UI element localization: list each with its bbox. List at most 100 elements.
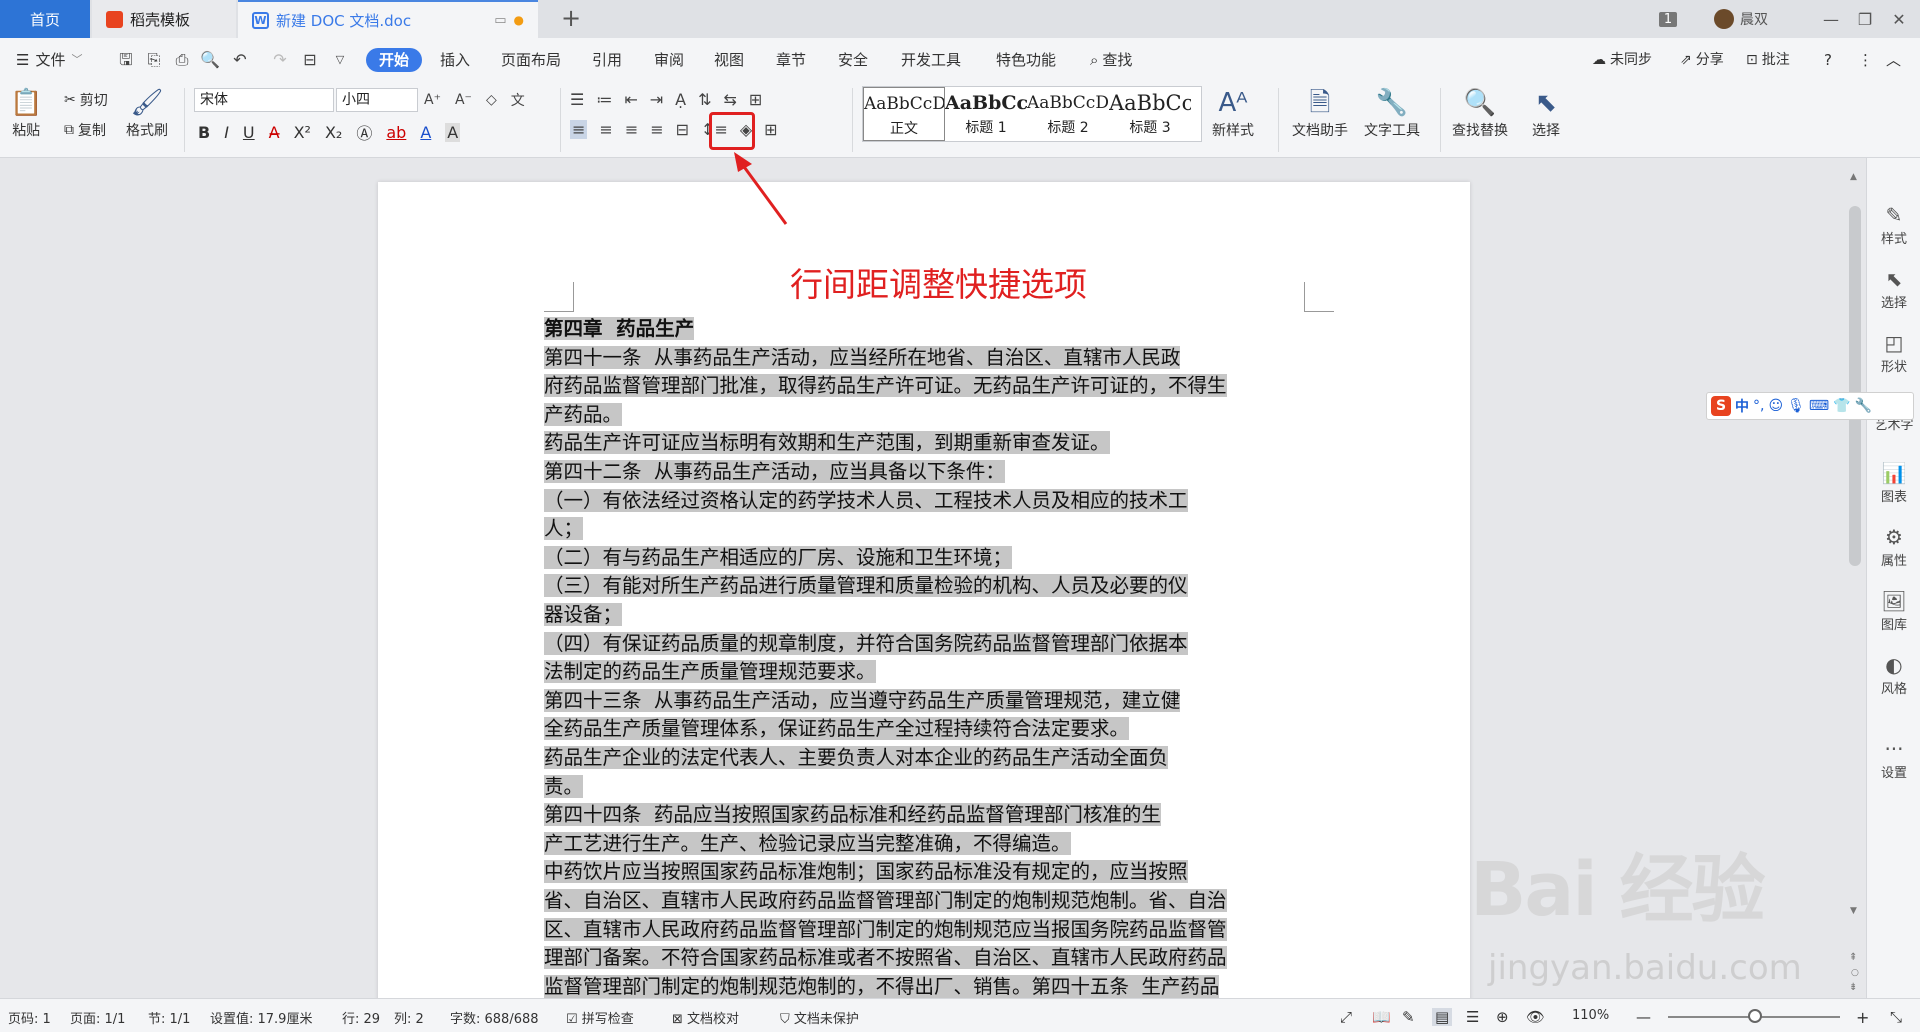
panel-styles[interactable]: ✎ 样式 <box>1867 202 1920 247</box>
doc-assistant-button[interactable]: 🗎 文档助手 <box>1292 86 1348 140</box>
menu-tab-insert[interactable]: 插入 <box>440 48 470 72</box>
superscript-icon[interactable]: X² <box>294 123 311 142</box>
menu-tab-references[interactable]: 引用 <box>592 48 622 72</box>
document-line[interactable]: 药品生产企业的法定代表人、主要负责人对本企业的药品生产活动全面负 <box>544 744 1169 773</box>
font-color-icon[interactable]: A <box>420 123 431 142</box>
numbered-list-icon[interactable]: ≔ <box>596 90 612 109</box>
menu-tab-view[interactable]: 视图 <box>714 48 744 72</box>
strikethrough-icon[interactable]: A̶ <box>269 123 280 142</box>
skin-icon[interactable]: 👕 <box>1833 398 1850 414</box>
justify-icon[interactable]: ≡ <box>650 120 663 139</box>
print-preview-icon[interactable]: 🔍 <box>200 50 220 70</box>
file-menu[interactable]: ☰ 文件 ﹀ <box>16 48 82 72</box>
cut-button[interactable]: ✂ 剪切 <box>64 90 108 110</box>
shrink-font-icon[interactable]: A⁻ <box>455 92 472 108</box>
menu-tab-developer[interactable]: 开发工具 <box>901 48 961 72</box>
expand-icon[interactable]: ⤡ <box>1890 1008 1902 1026</box>
borders-icon[interactable]: ⊞ <box>764 120 777 139</box>
sort-icon[interactable]: ⇅ <box>698 90 711 109</box>
collapse-ribbon-icon[interactable]: ︿ <box>1886 48 1901 72</box>
italic-icon[interactable]: I <box>224 123 229 142</box>
web-view-icon[interactable]: ⊕ <box>1496 1008 1509 1026</box>
panel-charts[interactable]: 📊 图表 <box>1867 460 1920 505</box>
menu-tab-start[interactable]: 开始 <box>366 48 423 72</box>
export-pdf-icon[interactable]: ⎘ <box>144 50 164 70</box>
scroll-up-icon[interactable]: ▲ <box>1850 172 1860 182</box>
keyboard-icon[interactable]: ⌨ <box>1809 398 1829 414</box>
comment-button[interactable]: ⊡ 批注 <box>1746 48 1790 72</box>
document-line[interactable]: 器设备； <box>544 601 623 630</box>
microphone-icon[interactable]: 🎙 <box>1787 398 1805 414</box>
panel-select[interactable]: ⬉ 选择 <box>1867 266 1920 311</box>
eye-protect-icon[interactable]: 👁 <box>1526 1008 1545 1026</box>
select-button[interactable]: ⬉ 选择 <box>1532 86 1560 140</box>
font-name-select[interactable]: 宋体 <box>194 88 334 112</box>
chinese-layout-icon[interactable]: Ạ <box>675 90 686 109</box>
undo-icon[interactable]: ↶ <box>230 50 250 70</box>
menu-tab-layout[interactable]: 页面布局 <box>501 48 561 72</box>
status-page[interactable]: 页码: 1 <box>8 1008 51 1027</box>
menu-tab-chapter[interactable]: 章节 <box>776 48 806 72</box>
align-right-icon[interactable]: ≡ <box>625 120 638 139</box>
document-line[interactable]: 第四十二条 从事药品生产活动，应当具备以下条件： <box>544 458 1005 487</box>
menu-tab-features[interactable]: 特色功能 <box>996 48 1056 72</box>
document-line[interactable]: 药品生产许可证应当标明有效期和生产范围，到期重新审查发证。 <box>544 429 1110 458</box>
align-center-icon[interactable]: ≡ <box>599 120 612 139</box>
outline-view-icon[interactable]: ☰ <box>1466 1008 1479 1026</box>
document-line[interactable]: 法制定的药品生产质量管理规范要求。 <box>544 658 876 687</box>
redo-icon[interactable]: ↷ <box>270 50 290 70</box>
text-effect-icon[interactable]: Ⓐ <box>356 120 372 144</box>
read-mode-icon[interactable]: 📖 <box>1372 1008 1391 1026</box>
phonetic-icon[interactable]: 文 <box>511 90 525 110</box>
prev-page-icon[interactable]: ⇞ <box>1849 952 1857 963</box>
document-line[interactable]: 第四十三条 从事药品生产活动，应当遵守药品生产质量管理规范，建立健 <box>544 687 1181 716</box>
more-icon[interactable]: ⋮ <box>1858 48 1873 72</box>
tab-document[interactable]: W 新建 DOC 文档.doc ▭ ● <box>238 0 538 38</box>
show-marks-icon[interactable]: ⇆ <box>724 90 737 109</box>
document-line[interactable]: 中药饮片应当按照国家药品标准炮制；国家药品标准没有规定的，应当按照 <box>544 858 1188 887</box>
document-line[interactable]: （二）有与药品生产相适应的厂房、设施和卫生环境； <box>544 544 1013 573</box>
clear-format-icon[interactable]: ◇ <box>486 92 497 108</box>
format-painter-button[interactable]: 🖌 格式刷 <box>126 86 168 140</box>
document-line[interactable]: （四）有保证药品质量的规章制度，并符合国务院药品监督管理部门依据本 <box>544 630 1188 659</box>
style-heading-2[interactable]: AaBbCcDd 标题 2 <box>1027 87 1109 141</box>
font-size-select[interactable]: 小四 <box>336 88 418 112</box>
document-line[interactable]: 第四十四条 药品应当按照国家药品标准和经药品监督管理部门核准的生 <box>544 801 1161 830</box>
increase-indent-icon[interactable]: ⇥ <box>650 90 663 109</box>
panel-settings[interactable]: ··· 设置 <box>1867 736 1920 781</box>
highlight-icon[interactable]: ab <box>386 123 406 142</box>
bold-icon[interactable]: B <box>198 123 210 142</box>
tools-icon[interactable]: 🔧 <box>1855 398 1872 414</box>
align-left-icon[interactable]: ≡ <box>570 120 588 139</box>
emoji-icon[interactable]: ☺ <box>1768 398 1783 414</box>
menu-tab-security[interactable]: 安全 <box>838 48 868 72</box>
document-line[interactable]: 府药品监督管理部门批准，取得药品生产许可证。无药品生产许可证的，不得生 <box>544 372 1227 401</box>
document-line[interactable]: 全药品生产质量管理体系，保证药品生产全过程持续符合法定要求。 <box>544 715 1130 744</box>
find-replace-button[interactable]: 🔍 查找替换 <box>1452 86 1508 140</box>
write-mode-icon[interactable]: ✎ <box>1402 1008 1415 1026</box>
menu-tab-review[interactable]: 审阅 <box>654 48 684 72</box>
next-page-icon[interactable]: ⇟ <box>1849 982 1857 993</box>
document-line[interactable]: 省、自治区、直辖市人民政府药品监督管理部门制定的炮制规范炮制。省、自治 <box>544 887 1227 916</box>
vertical-scrollbar[interactable]: ▲ ▼ ⇞ ○ ⇟ <box>1848 166 1862 996</box>
ime-toolbar[interactable]: S 中 °, ☺ 🎙 ⌨ 👕 🔧 <box>1706 392 1914 420</box>
char-shading-icon[interactable]: A <box>445 122 461 142</box>
document-line[interactable]: 第四章 药品生产 <box>544 315 695 344</box>
monitor-icon[interactable]: ▭ <box>494 13 506 28</box>
panel-theme[interactable]: ◐ 风格 <box>1867 652 1920 697</box>
new-tab-button[interactable]: + <box>556 4 586 32</box>
browse-object-icon[interactable]: ○ <box>1851 968 1859 978</box>
panel-properties[interactable]: ⚙ 属性 <box>1867 524 1920 569</box>
paste-button[interactable]: 📋 粘贴 <box>10 86 42 140</box>
save-icon[interactable]: 🖫 <box>116 50 136 70</box>
tab-home[interactable]: 首页 <box>0 0 90 38</box>
help-icon[interactable]: ? <box>1824 48 1832 72</box>
scroll-thumb[interactable] <box>1849 206 1861 566</box>
subscript-icon[interactable]: X₂ <box>325 123 342 142</box>
fullscreen-icon[interactable]: ⤢ <box>1340 1008 1352 1026</box>
format-icon[interactable]: ⊟ <box>300 50 320 70</box>
zoom-slider-thumb[interactable] <box>1748 1009 1762 1023</box>
document-line[interactable]: 理部门备案。不符合国家药品标准或者不按照省、自治区、直辖市人民政府药品 <box>544 944 1227 973</box>
grow-font-icon[interactable]: A⁺ <box>424 92 441 108</box>
user-account[interactable]: 晨双 <box>1706 0 1776 38</box>
